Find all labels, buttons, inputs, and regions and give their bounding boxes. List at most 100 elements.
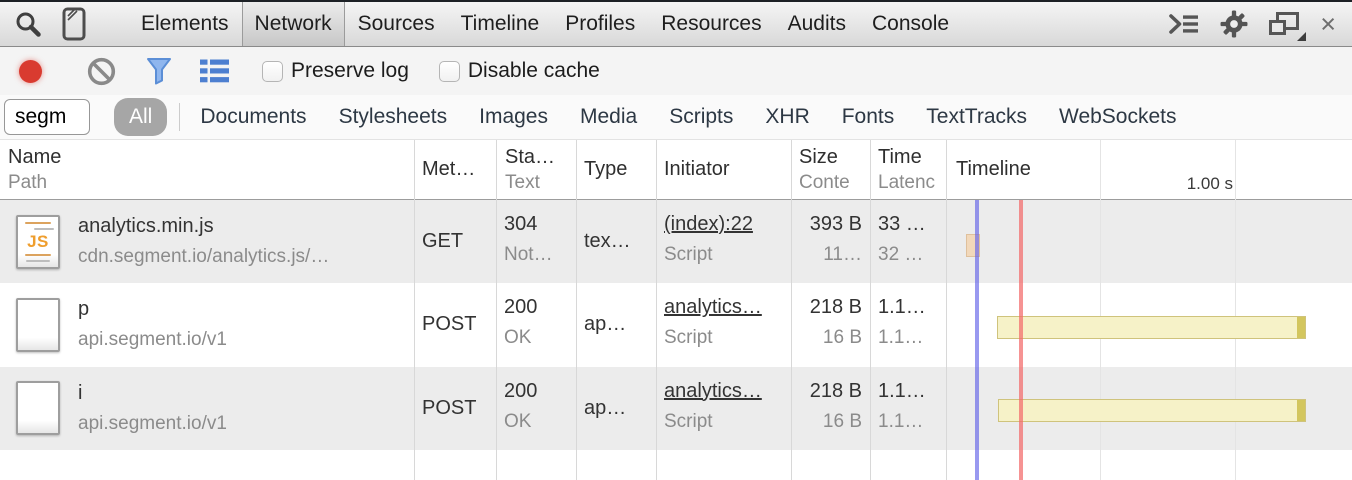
- grid-header: Name Path Met… Sta… Text Type Initiator …: [0, 140, 1352, 200]
- initiator-link[interactable]: analytics…: [664, 296, 783, 319]
- large-resource-rows-icon[interactable]: [199, 58, 230, 84]
- initiator-link[interactable]: (index):22: [664, 213, 783, 236]
- filter-type-media[interactable]: Media: [580, 105, 637, 129]
- header-latency-label: Latenc: [878, 172, 944, 194]
- request-status: 304: [504, 213, 568, 236]
- tab-timeline[interactable]: Timeline: [448, 2, 553, 46]
- record-button[interactable]: [19, 60, 42, 83]
- request-size: 218 B: [810, 296, 862, 319]
- filter-separator: [179, 103, 180, 131]
- panel-tabs: Elements Network Sources Timeline Profil…: [128, 2, 962, 46]
- request-status-text: Not…: [504, 244, 568, 266]
- header-time-label: Time: [878, 146, 944, 169]
- tab-profiles[interactable]: Profiles: [552, 2, 648, 46]
- header-name[interactable]: Name Path: [8, 140, 61, 199]
- column-divider[interactable]: [870, 140, 871, 480]
- timeline-gridline: [1235, 140, 1236, 480]
- request-name: i: [78, 382, 227, 405]
- header-size-label: Size: [799, 146, 865, 169]
- gear-icon[interactable]: [1220, 10, 1248, 38]
- dock-menu-arrow-icon: [1297, 32, 1306, 41]
- filter-type-fonts[interactable]: Fonts: [842, 105, 895, 129]
- request-time: 33 …: [878, 213, 938, 236]
- filter-type-documents[interactable]: Documents: [200, 105, 306, 129]
- filter-funnel-icon[interactable]: [145, 56, 173, 86]
- tab-resources[interactable]: Resources: [648, 2, 774, 46]
- code-line: [25, 254, 51, 256]
- column-divider[interactable]: [414, 140, 415, 480]
- filter-type-stylesheets[interactable]: Stylesheets: [339, 105, 448, 129]
- initiator-link[interactable]: analytics…: [664, 380, 783, 403]
- tab-elements[interactable]: Elements: [128, 2, 242, 46]
- requests-grid: Name Path Met… Sta… Text Type Initiator …: [0, 140, 1352, 480]
- header-status[interactable]: Sta… Text: [505, 140, 573, 199]
- initiator-type: Script: [664, 327, 783, 349]
- request-latency: 32 …: [878, 244, 938, 266]
- header-status-label: Sta…: [505, 146, 573, 169]
- request-path: api.segment.io/v1: [78, 413, 227, 435]
- grid-body: JS analytics.min.js cdn.segment.io/analy…: [0, 200, 1352, 480]
- tab-network[interactable]: Network: [242, 2, 345, 46]
- request-type: tex…: [584, 230, 648, 253]
- request-status: 200: [504, 380, 568, 403]
- tab-audits[interactable]: Audits: [775, 2, 859, 46]
- toolbar-right-icons: ×: [1168, 10, 1352, 38]
- tab-sources[interactable]: Sources: [345, 2, 448, 46]
- disable-cache-label: Disable cache: [468, 59, 600, 83]
- request-name: p: [78, 298, 227, 321]
- filter-type-scripts[interactable]: Scripts: [669, 105, 733, 129]
- preserve-log-label: Preserve log: [291, 59, 409, 83]
- request-path: cdn.segment.io/analytics.js/…: [78, 246, 329, 268]
- request-time: 1.1…: [878, 296, 938, 319]
- header-time[interactable]: Time Latenc: [878, 140, 944, 199]
- request-content-size: 16 B: [823, 411, 862, 433]
- cell-name: p api.segment.io/v1: [0, 283, 414, 366]
- column-divider[interactable]: [576, 140, 577, 480]
- header-method[interactable]: Met…: [422, 140, 492, 199]
- request-status-text: OK: [504, 411, 568, 433]
- request-size: 218 B: [810, 380, 862, 403]
- timeline-bar-3[interactable]: [998, 399, 1306, 422]
- timeline-bar-2[interactable]: [997, 316, 1306, 339]
- request-time: 1.1…: [878, 380, 938, 403]
- dock-side-icon[interactable]: [1268, 11, 1300, 38]
- request-status-text: OK: [504, 327, 568, 349]
- preserve-log-checkbox[interactable]: [262, 61, 283, 82]
- request-type: ap…: [584, 313, 648, 336]
- filter-type-websockets[interactable]: WebSockets: [1059, 105, 1177, 129]
- request-latency: 1.1…: [878, 411, 938, 433]
- search-icon[interactable]: [14, 10, 42, 38]
- header-size[interactable]: Size Conte: [799, 140, 865, 199]
- initiator-type: Script: [664, 411, 783, 433]
- header-initiator[interactable]: Initiator: [664, 140, 788, 199]
- timeline-gridline: [1100, 140, 1101, 480]
- tab-console[interactable]: Console: [859, 2, 962, 46]
- table-row[interactable]: JS analytics.min.js cdn.segment.io/analy…: [0, 200, 1352, 283]
- filter-query-input[interactable]: segm: [4, 99, 90, 135]
- filter-type-xhr[interactable]: XHR: [765, 105, 809, 129]
- close-icon[interactable]: ×: [1320, 11, 1336, 38]
- timeline-scale-label: 1.00 s: [1187, 174, 1233, 194]
- column-divider[interactable]: [496, 140, 497, 480]
- header-status-text-label: Text: [505, 172, 573, 194]
- filter-type-texttracks[interactable]: TextTracks: [926, 105, 1027, 129]
- device-mode-icon[interactable]: [62, 7, 86, 41]
- cell-timeline: [946, 200, 1352, 283]
- column-divider[interactable]: [791, 140, 792, 480]
- header-timeline[interactable]: Timeline: [956, 140, 1031, 199]
- header-method-label: Met…: [422, 158, 492, 181]
- clear-icon[interactable]: [86, 56, 117, 87]
- filter-type-images[interactable]: Images: [479, 105, 548, 129]
- console-drawer-icon[interactable]: [1168, 12, 1200, 36]
- document-icon: [16, 298, 60, 352]
- filter-type-all[interactable]: All: [114, 98, 167, 136]
- initiator-type: Script: [664, 244, 783, 266]
- header-type[interactable]: Type: [584, 140, 652, 199]
- code-line: [26, 260, 50, 262]
- request-latency: 1.1…: [878, 327, 938, 349]
- column-divider[interactable]: [946, 140, 947, 480]
- request-path: api.segment.io/v1: [78, 329, 227, 351]
- disable-cache-checkbox[interactable]: [439, 61, 460, 82]
- js-icon-label: JS: [27, 232, 49, 252]
- column-divider[interactable]: [656, 140, 657, 480]
